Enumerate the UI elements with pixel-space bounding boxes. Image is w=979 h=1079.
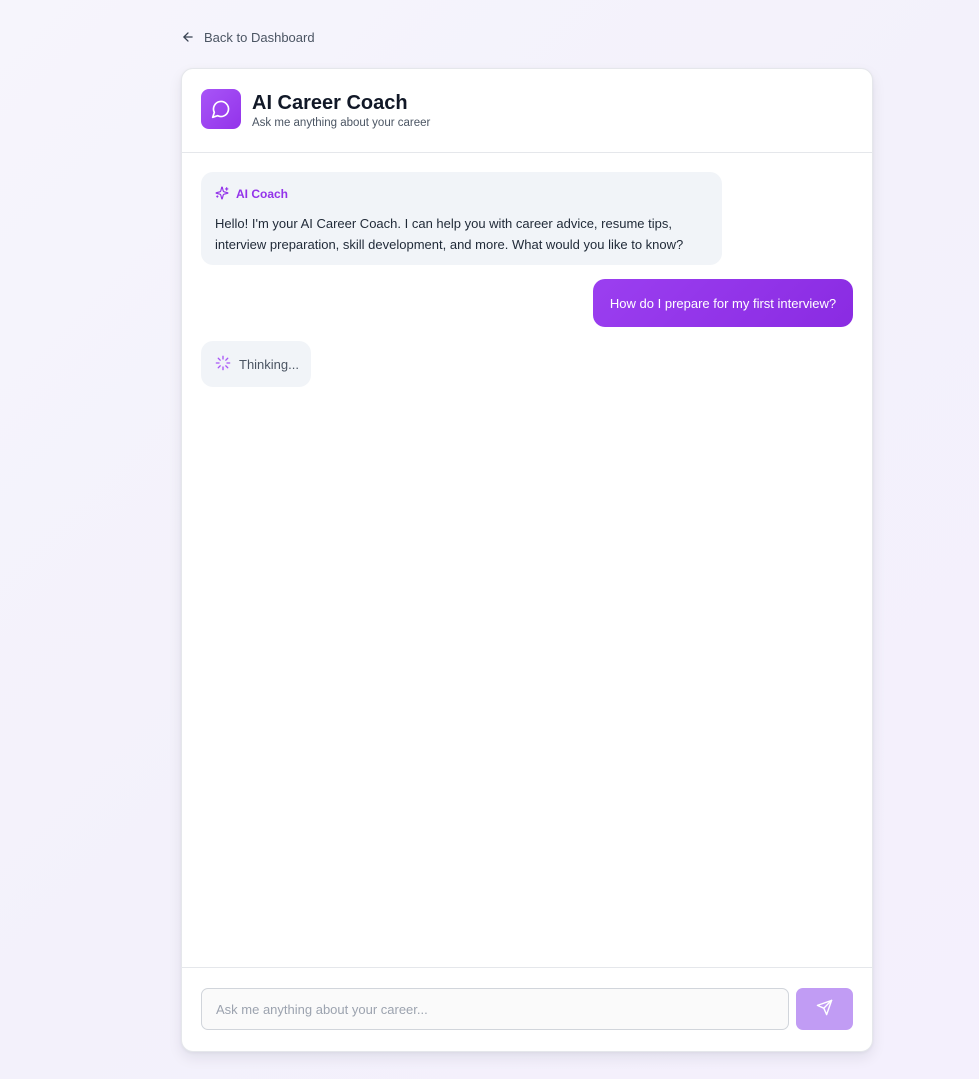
ai-sender-label: AI Coach [215, 186, 708, 203]
page-title: AI Career Coach [252, 92, 408, 114]
user-message-bubble: How do I prepare for my first interview? [593, 279, 853, 327]
back-link-label: Back to Dashboard [204, 29, 315, 45]
spinner-icon [215, 355, 231, 374]
user-message-text: How do I prepare for my first interview? [609, 295, 837, 311]
ai-message-text: Hello! I'm your AI Career Coach. I can h… [215, 216, 684, 252]
send-button[interactable] [796, 988, 853, 1030]
back-to-dashboard-link[interactable]: Back to Dashboard [181, 28, 315, 46]
ai-sender-name: AI Coach [236, 187, 289, 201]
sparkles-icon [215, 186, 229, 203]
message-composer [182, 967, 872, 1051]
thinking-text: Thinking... [239, 356, 299, 372]
message-list[interactable]: AI Coach Hello! I'm your AI Career Coach… [182, 153, 872, 967]
send-icon [816, 999, 833, 1019]
thinking-indicator: Thinking... [201, 341, 311, 387]
arrow-left-icon [181, 30, 195, 44]
chat-card: AI Career Coach Ask me anything about yo… [181, 68, 873, 1052]
chat-header: AI Career Coach Ask me anything about yo… [182, 69, 872, 153]
chat-message-input[interactable] [201, 988, 789, 1030]
ai-message-bubble: AI Coach Hello! I'm your AI Career Coach… [201, 172, 722, 265]
chat-bubble-icon [201, 89, 241, 129]
page-subtitle: Ask me anything about your career [252, 117, 431, 129]
